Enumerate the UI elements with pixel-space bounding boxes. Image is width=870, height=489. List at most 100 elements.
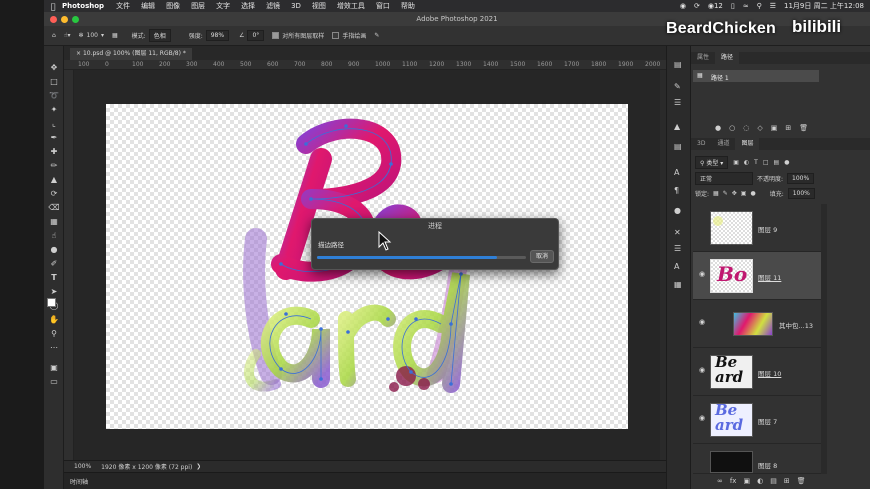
filter-shape-icon[interactable]: □ bbox=[763, 159, 769, 166]
layer-filter-select[interactable]: ⚲ 类型 ▾ bbox=[695, 156, 729, 169]
tab-3d[interactable]: 3D bbox=[691, 138, 711, 150]
layer-row[interactable]: ◉ Be ard 图层 7 bbox=[693, 396, 821, 444]
menu-window[interactable]: 窗口 bbox=[376, 1, 390, 11]
lock-paint-icon[interactable]: ✎ bbox=[723, 190, 728, 197]
tools-preset-icon[interactable]: ✕ bbox=[674, 228, 681, 237]
document-tab[interactable]: × 10.psd @ 100% (图层 11, RGB/8) * bbox=[70, 48, 192, 60]
strength-input[interactable]: 98% bbox=[205, 30, 230, 41]
lock-all-icon[interactable]: ● bbox=[750, 190, 755, 197]
menu-select[interactable]: 选择 bbox=[241, 1, 255, 11]
lock-artboard-icon[interactable]: ▣ bbox=[741, 190, 747, 197]
table-panel-icon[interactable]: ▦ bbox=[674, 280, 682, 289]
layer-style-icon[interactable]: fx bbox=[730, 477, 737, 485]
app-menu[interactable]: Photoshop bbox=[62, 2, 104, 10]
adjust-panel-icon[interactable]: ☰ bbox=[674, 98, 681, 107]
mode-select[interactable]: 色相 bbox=[148, 29, 171, 42]
hand-tool-icon[interactable]: ✋ bbox=[48, 314, 60, 325]
more-tools-icon[interactable]: ⋯ bbox=[48, 342, 60, 353]
glyph-panel-icon[interactable]: A bbox=[674, 262, 679, 271]
tab-layers[interactable]: 图层 bbox=[735, 138, 760, 150]
menu-view[interactable]: 视图 bbox=[312, 1, 326, 11]
healing-tool-icon[interactable]: ✚ bbox=[48, 146, 60, 157]
link-layers-icon[interactable]: ∞ bbox=[717, 477, 723, 485]
delete-path-icon[interactable]: 🗑 bbox=[799, 124, 808, 132]
smudge-tool-icon[interactable]: ☝ bbox=[48, 230, 60, 241]
layer-row[interactable]: ◉ 其中包...13 bbox=[693, 300, 821, 348]
tab-paths[interactable]: 路径 bbox=[715, 52, 740, 64]
visibility-eye-icon[interactable]: ◉ bbox=[697, 270, 707, 278]
visibility-eye-icon[interactable]: ◉ bbox=[697, 318, 707, 326]
menubar-datetime[interactable]: 11月9日 周二 上午12:08 bbox=[784, 1, 864, 11]
timeline-tab[interactable]: 时间轴 bbox=[70, 477, 88, 486]
filter-adjust-icon[interactable]: ◐ bbox=[744, 159, 749, 166]
quick-select-tool-icon[interactable]: ✦ bbox=[48, 104, 60, 115]
screen-mode-icon[interactable]: ▭ bbox=[48, 376, 60, 387]
load-selection-icon[interactable]: ◌ bbox=[743, 124, 749, 132]
make-work-path-icon[interactable]: ◇ bbox=[757, 124, 762, 132]
brush-preset-picker[interactable]: ✻ 100 ▾ bbox=[78, 32, 104, 39]
visibility-eye-icon[interactable]: ◉ bbox=[697, 366, 707, 374]
layer-row[interactable]: ◉ Be ard 图层 10 bbox=[693, 348, 821, 396]
horizontal-scrollbar[interactable] bbox=[200, 461, 666, 472]
path-row[interactable]: ▦ 路径 1 bbox=[693, 70, 819, 82]
new-path-icon[interactable]: ⊞ bbox=[785, 124, 791, 132]
foreground-color-swatch[interactable] bbox=[47, 298, 56, 307]
fill-input[interactable]: 100% bbox=[787, 188, 815, 199]
filter-smart-icon[interactable]: ▤ bbox=[774, 159, 780, 166]
crop-tool-icon[interactable]: ⌞ bbox=[48, 118, 60, 129]
character-panel-icon[interactable]: A bbox=[674, 168, 679, 177]
home-icon[interactable]: ⌂ bbox=[52, 32, 56, 39]
document-info[interactable]: 1920 像素 x 1200 像素 (72 ppi) bbox=[101, 462, 192, 471]
tab-channels[interactable]: 通道 bbox=[711, 138, 735, 150]
sync-icon[interactable]: ⟳ bbox=[694, 2, 700, 10]
history-panel-icon[interactable]: ▤ bbox=[674, 60, 682, 69]
new-group-icon[interactable]: ▤ bbox=[770, 477, 777, 485]
lock-pixels-icon[interactable]: ▦ bbox=[713, 190, 719, 197]
move-tool-icon[interactable]: ✥ bbox=[48, 62, 60, 73]
close-tab-icon[interactable]: × bbox=[76, 50, 81, 57]
zoom-level[interactable]: 100% bbox=[74, 463, 91, 470]
menu-image[interactable]: 图像 bbox=[166, 1, 180, 11]
paragraph-panel-icon[interactable]: ¶ bbox=[674, 186, 679, 195]
vertical-ruler[interactable] bbox=[64, 70, 74, 460]
finger-painting-checkbox[interactable] bbox=[332, 32, 340, 39]
add-layer-mask-icon[interactable]: ▣ bbox=[743, 477, 750, 485]
visibility-eye-icon[interactable]: ◉ bbox=[697, 414, 707, 422]
new-layer-icon[interactable]: ⊞ bbox=[784, 477, 790, 485]
lasso-tool-icon[interactable]: ➰ bbox=[48, 90, 60, 101]
layers-scrollbar[interactable] bbox=[821, 204, 827, 474]
zoom-tool-icon[interactable]: ⚲ bbox=[48, 328, 60, 339]
path-select-tool-icon[interactable]: ➤ bbox=[48, 286, 60, 297]
menu-type[interactable]: 文字 bbox=[216, 1, 230, 11]
eraser-tool-icon[interactable]: ⌫ bbox=[48, 202, 60, 213]
gradient-tool-icon[interactable]: ▦ bbox=[48, 216, 60, 227]
search-icon[interactable]: ⚲ bbox=[757, 2, 762, 10]
libraries-panel-icon[interactable]: ☰ bbox=[674, 244, 681, 253]
type-tool-icon[interactable]: T bbox=[48, 272, 60, 283]
tab-properties[interactable]: 属性 bbox=[691, 52, 715, 64]
record-icon[interactable]: ◉ bbox=[680, 2, 686, 10]
add-mask-icon[interactable]: ▣ bbox=[771, 124, 778, 132]
menu-help[interactable]: 帮助 bbox=[401, 1, 415, 11]
layer-row[interactable]: 图层 9 bbox=[693, 204, 821, 252]
menu-filter[interactable]: 滤镜 bbox=[266, 1, 280, 11]
cancel-button[interactable]: 取消 bbox=[530, 250, 554, 263]
battery-icon[interactable]: ▯ bbox=[731, 2, 735, 10]
menu-edit[interactable]: 编辑 bbox=[141, 1, 155, 11]
actions-panel-icon[interactable]: ▤ bbox=[674, 142, 682, 151]
filter-toggle-icon[interactable]: ● bbox=[784, 159, 789, 166]
history-brush-icon[interactable]: ⟳ bbox=[48, 188, 60, 199]
delete-layer-icon[interactable]: 🗑 bbox=[797, 477, 806, 485]
qq-icon[interactable]: ◉12 bbox=[708, 2, 723, 10]
blend-mode-select[interactable]: 正常 bbox=[695, 172, 753, 185]
pressure-icon[interactable]: ✎ bbox=[374, 32, 379, 39]
stamp-tool-icon[interactable]: ▲ bbox=[48, 174, 60, 185]
layer-row[interactable]: 图层 8 bbox=[693, 444, 821, 474]
smudge-tool-preset-icon[interactable]: ☝▾ bbox=[64, 32, 71, 39]
glyphs-panel-icon[interactable]: ● bbox=[674, 206, 681, 215]
control-center-icon[interactable]: ☰ bbox=[770, 2, 776, 10]
menu-3d[interactable]: 3D bbox=[291, 2, 301, 10]
brush-tool-icon[interactable]: ✏ bbox=[48, 160, 60, 171]
dodge-tool-icon[interactable]: ● bbox=[48, 244, 60, 255]
menu-plugins[interactable]: 增效工具 bbox=[337, 1, 365, 11]
